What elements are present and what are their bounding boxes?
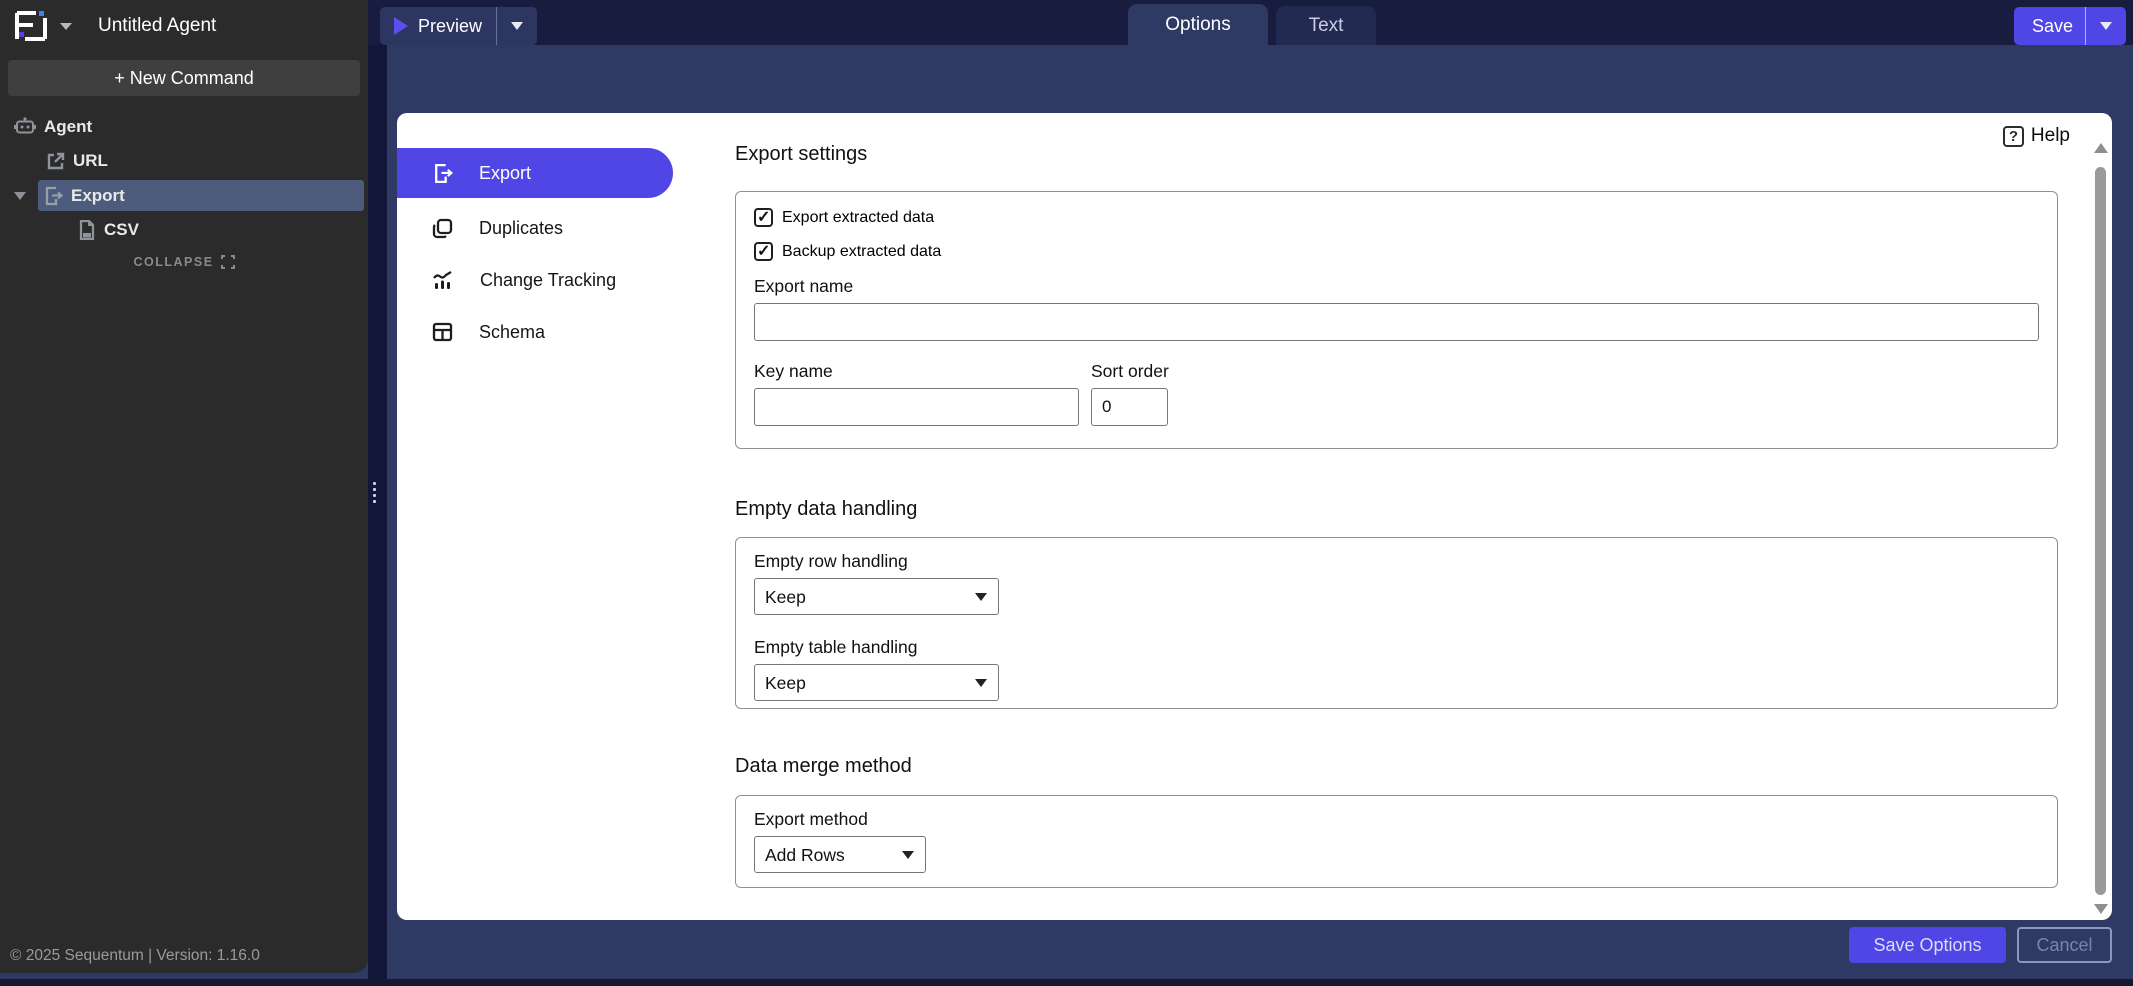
subnav-item-duplicates[interactable]: Duplicates: [397, 202, 697, 254]
sidebar-splitter[interactable]: [368, 45, 387, 979]
empty-data-handling-group: Empty row handling Keep Empty table hand…: [735, 537, 2058, 709]
subnav-item-change-tracking[interactable]: Change Tracking: [397, 254, 697, 306]
caret-down-icon[interactable]: [14, 192, 26, 200]
expand-corners-icon: [221, 255, 235, 269]
export-name-label: Export name: [754, 276, 2039, 297]
collapse-tree-button[interactable]: COLLAPSE: [0, 255, 368, 269]
chevron-down-icon[interactable]: [60, 23, 72, 30]
cancel-button[interactable]: Cancel: [2017, 927, 2112, 963]
tab-text-label: Text: [1309, 15, 1344, 37]
subnav-label: Duplicates: [479, 218, 563, 239]
export-method-label: Export method: [754, 809, 2039, 830]
key-name-label: Key name: [754, 361, 1079, 382]
checkbox-row-export-extracted[interactable]: Export extracted data: [754, 208, 2039, 227]
checkbox-row-backup-extracted[interactable]: Backup extracted data: [754, 242, 2039, 261]
scroll-down-arrow-icon[interactable]: [2094, 904, 2108, 914]
save-label: Save: [2014, 16, 2085, 37]
drag-handle-icon[interactable]: [373, 482, 376, 503]
tree-item-label: CSV: [104, 220, 139, 240]
sidebar-header: Untitled Agent: [12, 8, 216, 44]
tab-options[interactable]: Options: [1128, 4, 1268, 45]
button-divider: [496, 7, 497, 45]
options-panel: ? Help Export: [397, 113, 2112, 920]
key-name-input[interactable]: [754, 388, 1079, 426]
preview-button[interactable]: Preview: [380, 7, 537, 45]
export-name-input[interactable]: [754, 303, 2039, 341]
chevron-down-icon[interactable]: [2100, 22, 2112, 30]
empty-row-handling-select[interactable]: Keep: [754, 578, 999, 615]
tab-text[interactable]: Text: [1276, 6, 1376, 45]
duplicates-icon: [432, 218, 453, 239]
robot-icon: [14, 117, 36, 137]
new-command-button[interactable]: + New Command: [8, 60, 360, 96]
subnav-label: Schema: [479, 322, 545, 343]
empty-table-handling-select[interactable]: Keep: [754, 664, 999, 701]
app-window: Preview Options Text Save Untitle: [0, 0, 2133, 986]
options-action-bar: Save Options Cancel: [397, 927, 2112, 967]
collapse-label: COLLAPSE: [133, 255, 213, 269]
chevron-down-icon[interactable]: [511, 22, 523, 30]
tree-item-label: Agent: [44, 117, 92, 137]
subnav-label: Export: [479, 163, 531, 184]
data-merge-method-group: Export method Add Rows: [735, 795, 2058, 888]
checkbox-label: Export extracted data: [782, 209, 934, 227]
play-icon: [394, 17, 408, 35]
scroll-up-arrow-icon[interactable]: [2094, 143, 2108, 153]
tree-item-export-selected[interactable]: Export: [38, 180, 364, 211]
scrollbar-thumb[interactable]: [2095, 167, 2106, 895]
sort-order-label: Sort order: [1091, 361, 1168, 382]
tree-item-csv[interactable]: CSV: [0, 215, 368, 245]
file-export-icon: [43, 186, 63, 206]
export-extracted-data-checkbox[interactable]: [754, 208, 773, 227]
button-divider: [2085, 7, 2086, 45]
subnav-label: Change Tracking: [480, 270, 616, 291]
subnav-item-schema[interactable]: Schema: [397, 306, 697, 358]
backup-extracted-data-checkbox[interactable]: [754, 242, 773, 261]
export-settings-group: Export extracted data Backup extracted d…: [735, 191, 2058, 449]
help-icon: ?: [2003, 126, 2024, 147]
tab-options-label: Options: [1165, 14, 1230, 36]
tree-item-label: Export: [71, 186, 125, 206]
options-subnav: Export Duplicates: [397, 148, 697, 358]
command-tree: Agent URL Exp: [0, 112, 368, 269]
file-csv-icon: [78, 220, 96, 240]
sidebar: Untitled Agent + New Command Agent: [0, 0, 368, 973]
version-footer: © 2025 Sequentum | Version: 1.16.0: [10, 947, 260, 965]
tree-item-label: URL: [73, 151, 108, 171]
export-method-select[interactable]: Add Rows: [754, 836, 926, 873]
save-button[interactable]: Save: [2014, 7, 2126, 45]
schema-icon: [432, 322, 453, 342]
preview-label: Preview: [418, 16, 496, 37]
help-label: Help: [2031, 125, 2070, 147]
section-title-export-settings: Export settings: [735, 143, 867, 166]
vertical-scrollbar[interactable]: [2091, 115, 2110, 918]
top-toolbar: Preview Options Text Save: [368, 0, 2133, 45]
sort-order-input[interactable]: [1091, 388, 1168, 426]
empty-table-handling-label: Empty table handling: [754, 637, 2039, 658]
external-link-icon: [46, 152, 65, 171]
window-bottom-edge: [0, 979, 2133, 986]
file-export-icon: [432, 163, 453, 184]
save-options-button[interactable]: Save Options: [1849, 927, 2006, 963]
tree-item-url[interactable]: URL: [0, 146, 368, 176]
tree-item-agent[interactable]: Agent: [0, 112, 368, 142]
help-link[interactable]: ? Help: [2003, 125, 2070, 147]
agent-title: Untitled Agent: [98, 15, 216, 37]
empty-row-handling-label: Empty row handling: [754, 551, 2039, 572]
section-title-data-merge-method: Data merge method: [735, 755, 912, 778]
subnav-item-export[interactable]: Export: [397, 148, 673, 198]
checkbox-label: Backup extracted data: [782, 243, 941, 261]
change-tracking-icon: [432, 270, 454, 291]
section-title-empty-data-handling: Empty data handling: [735, 498, 917, 521]
sequentum-logo-icon[interactable]: [12, 9, 50, 43]
